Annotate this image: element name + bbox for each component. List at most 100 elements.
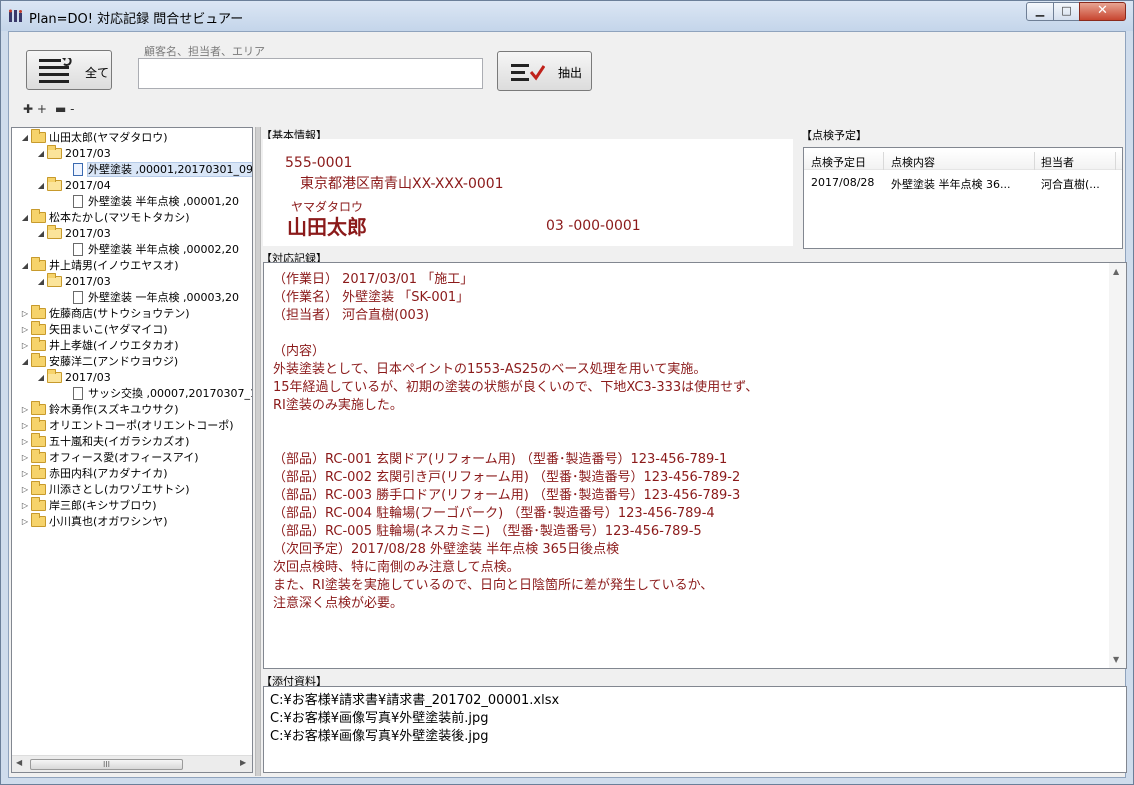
record-text-area[interactable]: （作業日） 2017/03/01 「施工」 （作業名） 外壁塗装 「SK-001」… (263, 262, 1127, 669)
folder-icon (31, 465, 46, 479)
tree-folder-item[interactable]: ◢ 松本たかし(マツモトタカシ) (20, 209, 190, 226)
expander-icon[interactable]: ▷ (20, 306, 30, 322)
tree-folder-item[interactable]: ▷ オフィース愛(オフィースアイ) (20, 449, 199, 466)
attachment-item[interactable]: C:¥お客様¥画像写真¥外壁塗装前.jpg (270, 707, 489, 726)
col-date[interactable]: 点検予定日 (811, 154, 866, 170)
document-icon (73, 195, 83, 208)
folder-icon (31, 513, 46, 527)
document-icon (73, 243, 83, 256)
search-input[interactable] (138, 58, 483, 89)
scroll-down-icon[interactable]: ▼ (1113, 655, 1119, 664)
scroll-up-icon[interactable]: ▲ (1113, 267, 1119, 276)
tree-folder-item[interactable]: ◢ 2017/03 (36, 145, 111, 162)
folder-icon (31, 481, 46, 495)
tree-folder-item[interactable]: ◢ 安藤洋二(アンドウヨウジ) (20, 353, 179, 370)
expander-icon[interactable]: ▷ (20, 322, 30, 338)
tree-folder-item[interactable]: ▷ 川添さとし(カワゾエサトシ) (20, 481, 190, 498)
record-vertical-scrollbar[interactable]: ▲ ▼ (1109, 263, 1126, 668)
tree-folder-item[interactable]: ◢ 2017/03 (36, 369, 111, 386)
document-icon (73, 163, 83, 176)
expander-icon[interactable]: ◢ (36, 146, 46, 162)
expander-icon[interactable]: ◢ (20, 258, 30, 274)
tree-record-item[interactable]: サッシ交換 ,00007,20170307_16 (60, 386, 252, 402)
expander-icon[interactable]: ◢ (36, 178, 46, 194)
app-icon (9, 9, 22, 22)
tree-folder-item[interactable]: ▷ 岸三郎(キシサブロウ) (20, 497, 157, 514)
collapse-icon: ▬ (55, 102, 67, 116)
tree-folder-item[interactable]: ▷ 井上孝雄(イノウエタカオ) (20, 337, 179, 354)
col-staff[interactable]: 担当者 (1041, 154, 1074, 170)
tree-folder-item[interactable]: ◢ 2017/04 (36, 177, 111, 194)
tree-folder-item[interactable]: ▷ 鈴木勇作(スズキユウサク) (20, 401, 179, 418)
window-title: Plan=DO! 対応記録 問合せビュアー (29, 12, 244, 27)
collapse-all-control[interactable]: ▬ - (55, 102, 75, 116)
basic-info-panel: 555-0001 東京都港区南青山XX-XXX-0001 ヤマダタロウ 山田太郎… (263, 139, 793, 246)
tree-folder-item[interactable]: ◢ 山田太郎(ヤマダタロウ) (20, 129, 168, 146)
tree-folder-item[interactable]: ▷ 赤田内科(アカダナイカ) (20, 465, 168, 482)
attachment-item[interactable]: C:¥お客様¥請求書¥請求書_201702_00001.xlsx (270, 689, 559, 708)
expander-icon[interactable]: ▷ (20, 450, 30, 466)
expander-icon[interactable]: ▷ (20, 402, 30, 418)
expand-all-control[interactable]: ✚ + (23, 102, 47, 116)
tree-item-label: 安藤洋二(アンドウヨウジ) (49, 355, 179, 368)
inspection-schedule-table[interactable]: 点検予定日 点検内容 担当者 2017/08/28 外壁塗装 半年点検 36..… (803, 147, 1123, 249)
expander-icon[interactable]: ◢ (36, 226, 46, 242)
tree-item-label: 2017/03 (65, 227, 111, 240)
scroll-thumb[interactable]: III (30, 759, 183, 770)
tree-folder-item[interactable]: ▷ オリエントコーポ(オリエントコーポ) (20, 417, 234, 434)
tree-folder-item[interactable]: ▷ 佐藤商店(サトウショウテン) (20, 305, 190, 322)
expander-icon[interactable]: ▷ (20, 418, 30, 434)
tree-item-label: 外壁塗装 一年点検 ,00003,20 (88, 291, 239, 304)
row-date: 2017/08/28 (811, 176, 875, 189)
expander-icon[interactable]: ▷ (20, 514, 30, 530)
tree-record-item[interactable]: 外壁塗装 一年点検 ,00003,20 (60, 290, 239, 306)
tree-item-label: 鈴木勇作(スズキユウサク) (49, 403, 179, 416)
tree-record-item[interactable]: 外壁塗装 ,00001,20170301_094 (60, 162, 252, 178)
customer-tree[interactable]: ◢ 山田太郎(ヤマダタロウ) ◢ 2017/03 外壁塗装 ,00001,2017030… (11, 127, 253, 773)
maximize-button[interactable]: □ (1053, 2, 1080, 21)
expander-icon[interactable]: ◢ (36, 370, 46, 386)
tree-item-label: 山田太郎(ヤマダタロウ) (49, 131, 168, 144)
tree-record-item[interactable]: 外壁塗装 半年点検 ,00002,20 (60, 242, 239, 258)
scroll-right-icon[interactable]: ▶ (240, 758, 246, 767)
expander-icon[interactable]: ◢ (20, 210, 30, 226)
customer-name: 山田太郎 (287, 215, 367, 239)
expander-icon[interactable]: ▷ (20, 338, 30, 354)
schedule-label: 【点検予定】 (801, 129, 867, 142)
list-reset-icon (39, 58, 72, 83)
tree-folder-item[interactable]: ▷ 五十嵐和夫(イガラシカズオ) (20, 433, 189, 450)
record-line: （次回予定）2017/08/28 外壁塗装 半年点検 365日後点検 (273, 542, 620, 557)
tree-folder-item[interactable]: ◢ 2017/03 (36, 225, 111, 242)
record-line: また、RI塗装を実施しているので、日向と日陰箇所に差が発生しているか、 (273, 578, 714, 593)
minimize-button[interactable]: ▁ (1026, 2, 1054, 21)
show-all-button[interactable]: 全て (26, 50, 112, 90)
tree-folder-item[interactable]: ▷ 矢田まいこ(ヤダマイコ) (20, 321, 168, 338)
postal-code: 555-0001 (285, 155, 353, 171)
tree-record-item[interactable]: 外壁塗装 半年点検 ,00001,20 (60, 194, 239, 210)
expander-icon[interactable]: ▷ (20, 434, 30, 450)
show-all-label: 全て (85, 66, 110, 80)
tree-item-label: 岸三郎(キシサブロウ) (49, 499, 157, 512)
tree-folder-item[interactable]: ◢ 井上靖男(イノウエヤスオ) (20, 257, 179, 274)
tree-item-label: 佐藤商店(サトウショウテン) (49, 307, 190, 320)
expander-icon[interactable]: ▷ (20, 466, 30, 482)
expander-icon[interactable]: ◢ (36, 274, 46, 290)
scroll-left-icon[interactable]: ◀ (16, 758, 22, 767)
tree-item-label: 矢田まいこ(ヤダマイコ) (49, 323, 168, 336)
tree-horizontal-scrollbar[interactable]: ◀ III ▶ (12, 755, 252, 772)
expander-icon[interactable]: ▷ (20, 498, 30, 514)
folder-icon (31, 337, 46, 351)
col-content[interactable]: 点検内容 (891, 154, 935, 170)
record-line: RI塗装のみ実施した。 (273, 398, 403, 413)
title-bar[interactable]: Plan=DO! 対応記録 問合せビュアー ▁ □ ✕ (1, 1, 1133, 31)
extract-button[interactable]: 抽出 (497, 51, 592, 91)
tree-folder-item[interactable]: ▷ 小川真也(オガワシンヤ) (20, 513, 168, 530)
close-button[interactable]: ✕ (1079, 2, 1126, 21)
expander-icon[interactable]: ◢ (20, 130, 30, 146)
tree-folder-item[interactable]: ◢ 2017/03 (36, 273, 111, 290)
row-content: 外壁塗装 半年点検 36... (891, 178, 1011, 191)
expander-icon[interactable]: ▷ (20, 482, 30, 498)
expander-icon[interactable]: ◢ (20, 354, 30, 370)
attachments-list[interactable]: C:¥お客様¥請求書¥請求書_201702_00001.xlsx C:¥お客様¥画… (263, 686, 1127, 773)
attachment-item[interactable]: C:¥お客様¥画像写真¥外壁塗装後.jpg (270, 725, 489, 744)
